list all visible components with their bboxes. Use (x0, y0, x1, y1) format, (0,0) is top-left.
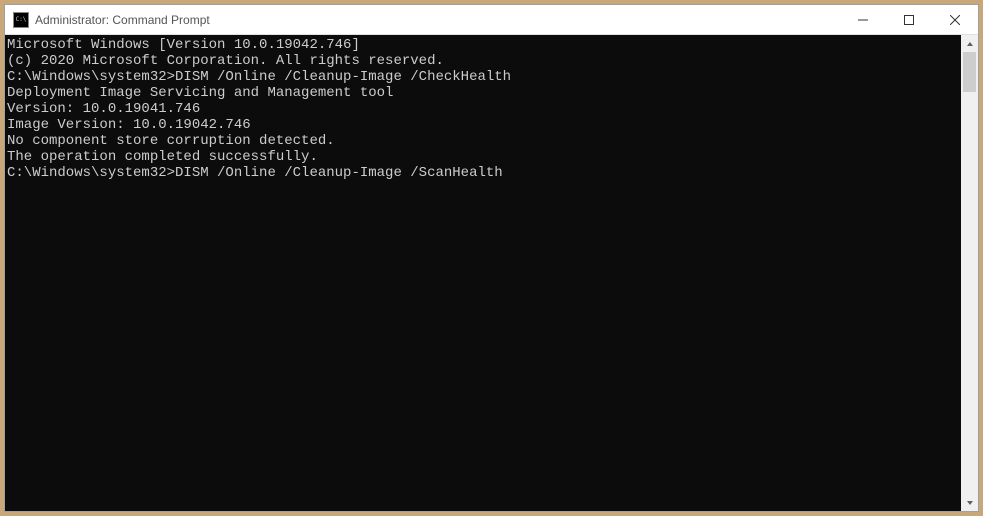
terminal-line: The operation completed successfully. (7, 149, 961, 165)
command-prompt-window: Administrator: Command Prompt Microsoft … (4, 4, 979, 512)
terminal-area: Microsoft Windows [Version 10.0.19042.74… (5, 35, 978, 511)
terminal-output[interactable]: Microsoft Windows [Version 10.0.19042.74… (5, 35, 961, 511)
terminal-line: Version: 10.0.19041.746 (7, 101, 961, 117)
close-button[interactable] (932, 5, 978, 34)
terminal-line: Deployment Image Servicing and Managemen… (7, 85, 961, 101)
app-icon (13, 12, 29, 28)
terminal-line: C:\Windows\system32>DISM /Online /Cleanu… (7, 165, 961, 181)
terminal-line: Image Version: 10.0.19042.746 (7, 117, 961, 133)
scroll-down-button[interactable] (961, 494, 978, 511)
window-title: Administrator: Command Prompt (35, 13, 840, 27)
terminal-line: C:\Windows\system32>DISM /Online /Cleanu… (7, 69, 961, 85)
scroll-thumb[interactable] (963, 52, 976, 92)
maximize-button[interactable] (886, 5, 932, 34)
terminal-line: (c) 2020 Microsoft Corporation. All righ… (7, 53, 961, 69)
vertical-scrollbar[interactable] (961, 35, 978, 511)
terminal-line: No component store corruption detected. (7, 133, 961, 149)
titlebar[interactable]: Administrator: Command Prompt (5, 5, 978, 35)
scroll-track[interactable] (961, 52, 978, 494)
scroll-up-button[interactable] (961, 35, 978, 52)
minimize-button[interactable] (840, 5, 886, 34)
terminal-line: Microsoft Windows [Version 10.0.19042.74… (7, 37, 961, 53)
window-controls (840, 5, 978, 34)
